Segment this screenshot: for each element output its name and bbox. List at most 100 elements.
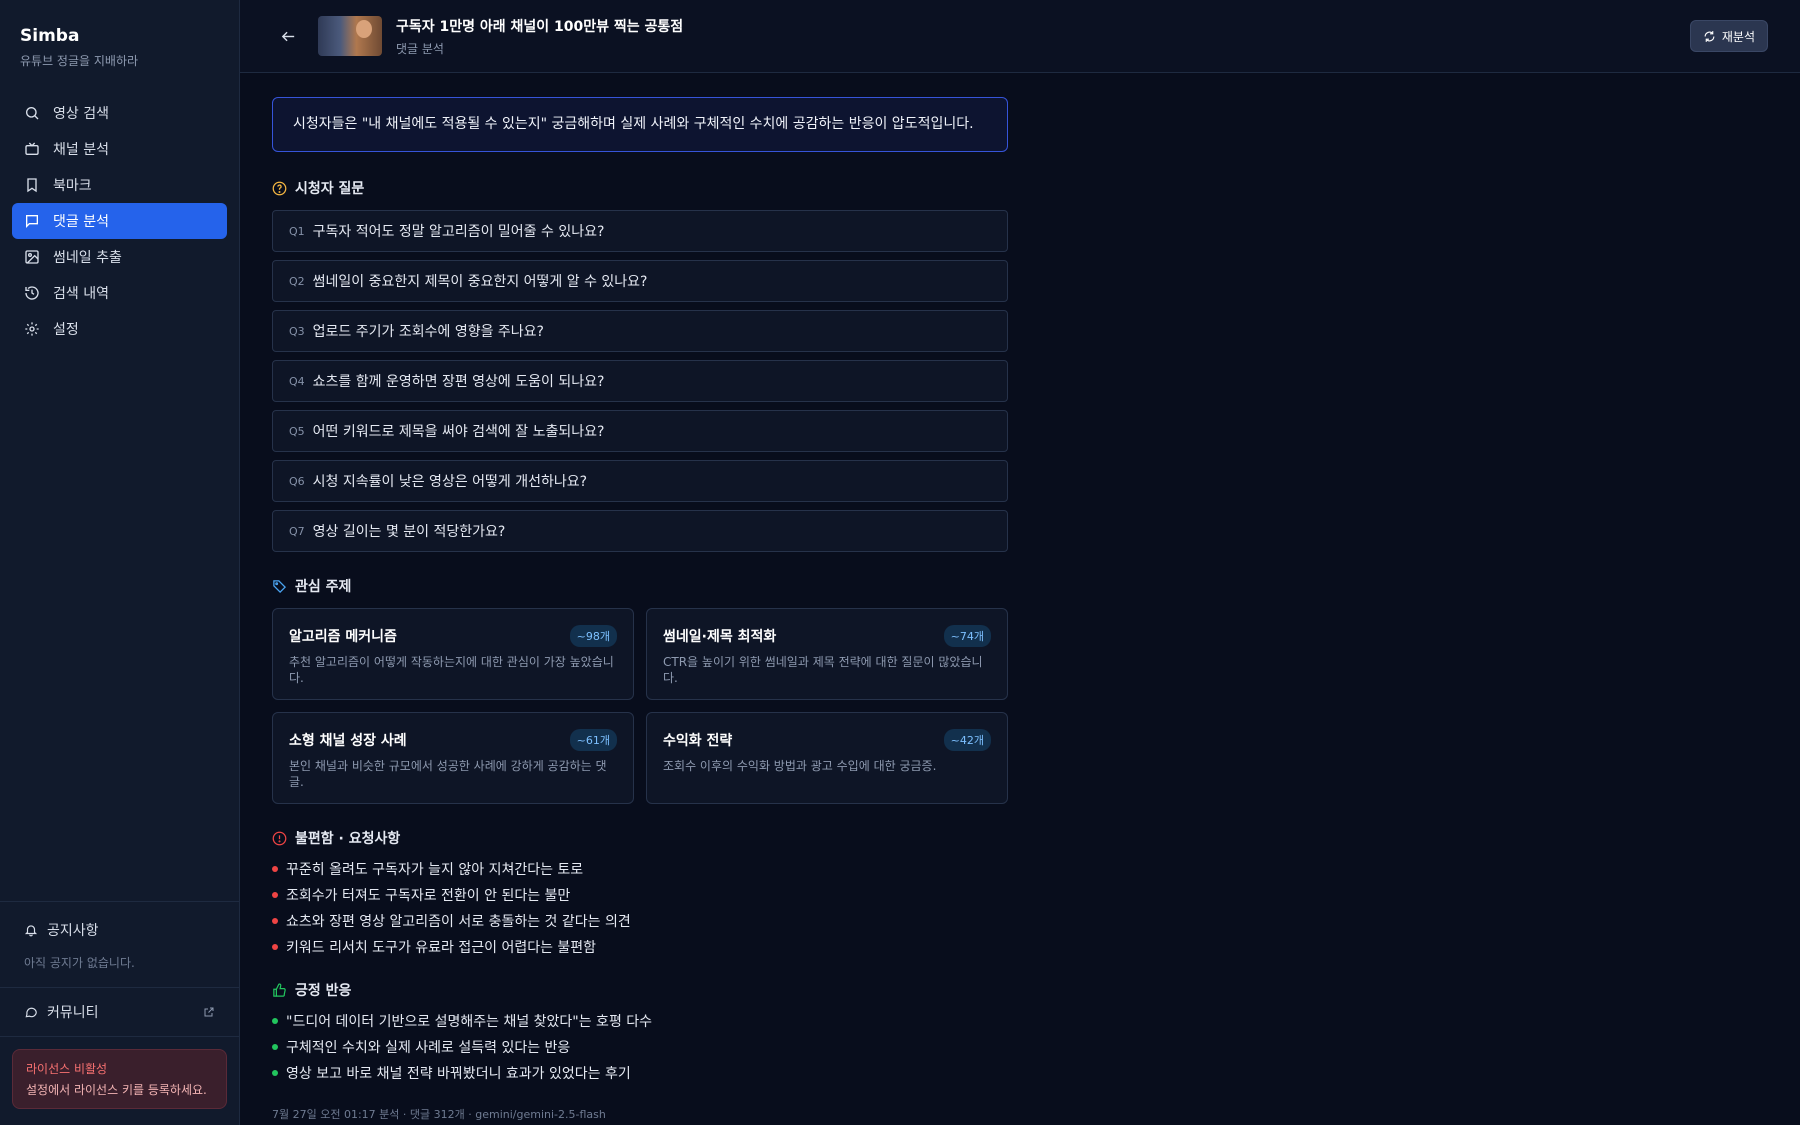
- positive-text: "드디어 데이터 기반으로 설명해주는 채널 찾았다"는 호평 다수: [286, 1014, 653, 1030]
- complaint-text: 쇼츠와 장편 영상 알고리즘이 서로 충돌하는 것 같다는 의견: [286, 914, 631, 930]
- question-number: Q2: [289, 274, 305, 288]
- question-text: 썸네일이 중요한지 제목이 중요한지 어떻게 알 수 있나요?: [312, 274, 648, 290]
- questions-title: 시청자 질문: [295, 181, 365, 197]
- question-text: 쇼츠를 함께 운영하면 장편 영상에 도움이 되나요?: [312, 374, 605, 390]
- brand-subtitle: 유튜브 정글을 지배하라: [20, 54, 139, 68]
- topic-desc: 본인 채널과 비슷한 규모에서 성공한 사례에 강하게 공감하는 댓글.: [289, 759, 607, 789]
- sidebar-nav: 영상 검색 채널 분석 북마크 댓글 분석 썸네일 추출 검색 내역 설정: [0, 87, 239, 355]
- topic-card[interactable]: 수익화 전략 ~42개 조회수 이후의 수익화 방법과 광고 수입에 대한 궁금…: [646, 712, 1008, 804]
- back-button[interactable]: [278, 26, 298, 46]
- complaints-title: 불편함 · 요청사항: [295, 831, 401, 847]
- sidebar-item-search-history[interactable]: 검색 내역: [12, 275, 227, 311]
- question-item[interactable]: Q5 어떤 키워드로 제목을 써야 검색에 잘 노출되나요?: [272, 410, 1008, 452]
- topic-card[interactable]: 알고리즘 메커니즘 ~98개 추천 알고리즘이 어떻게 작동하는지에 대한 관심…: [272, 608, 634, 700]
- sidebar-item-settings[interactable]: 설정: [12, 311, 227, 347]
- sidebar-item-video-search[interactable]: 영상 검색: [12, 95, 227, 131]
- complaint-text: 꾸준히 올려도 구독자가 늘지 않아 지쳐간다는 토로: [286, 862, 584, 878]
- sidebar-item-label: 댓글 분석: [53, 214, 109, 230]
- question-text: 어떤 키워드로 제목을 써야 검색에 잘 노출되나요?: [312, 424, 605, 440]
- list-item: 구체적인 수치와 실제 사례로 설득력 있다는 반응: [272, 1038, 1008, 1056]
- notice-empty-text: 아직 공지가 없습니다.: [24, 955, 135, 970]
- bell-icon: [24, 925, 38, 937]
- bullet-dot: [272, 918, 278, 924]
- topic-desc: 조회수 이후의 수익화 방법과 광고 수입에 대한 궁금증.: [663, 759, 937, 773]
- comment-icon: [24, 213, 40, 229]
- question-number: Q7: [289, 524, 305, 538]
- license-desc: 설정에서 라이선스 키를 등록하세요.: [26, 1082, 207, 1097]
- question-text: 시청 지속률이 낮은 영상은 어떻게 개선하나요?: [312, 474, 588, 490]
- topic-title: 소형 채널 성장 사례: [289, 733, 407, 749]
- list-item: 키워드 리서치 도구가 유료라 접근이 어렵다는 불편함: [272, 938, 1008, 956]
- topic-title: 수익화 전략: [663, 733, 733, 749]
- app-root: Simba 유튜브 정글을 지배하라 영상 검색 채널 분석 북마크 댓글 분석…: [0, 0, 1800, 1125]
- sidebar-item-label: 영상 검색: [53, 106, 109, 122]
- topic-count-badge: ~42개: [943, 729, 991, 751]
- topics-title: 관심 주제: [295, 579, 352, 595]
- page-subtitle: 댓글 분석: [396, 41, 444, 56]
- topic-desc: CTR을 높이기 위한 썸네일과 제목 전략에 대한 질문이 많았습니다.: [663, 655, 983, 685]
- bullet-dot: [272, 1018, 278, 1024]
- bullet-dot: [272, 1044, 278, 1050]
- license-warning[interactable]: 라이선스 비활성 설정에서 라이선스 키를 등록하세요.: [12, 1048, 227, 1109]
- video-title-block: 구독자 1만명 아래 채널이 100만뷰 찍는 공통점 댓글 분석: [396, 16, 683, 57]
- bookmark-icon: [24, 177, 40, 193]
- topic-card[interactable]: 소형 채널 성장 사례 ~61개 본인 채널과 비슷한 규모에서 성공한 사례에…: [272, 712, 634, 804]
- sidebar-item-channel-analysis[interactable]: 채널 분석: [12, 131, 227, 167]
- question-item[interactable]: Q6 시청 지속률이 낮은 영상은 어떻게 개선하나요?: [272, 460, 1008, 502]
- image-icon: [24, 249, 40, 265]
- tag-icon: [273, 579, 287, 593]
- list-item: 꾸준히 올려도 구독자가 늘지 않아 지쳐간다는 토로: [272, 860, 1008, 878]
- notice-panel: 공지사항 아직 공지가 없습니다.: [0, 900, 239, 987]
- question-item[interactable]: Q3 업로드 주기가 조회수에 영향을 주나요?: [272, 310, 1008, 352]
- analysis-meta: 7월 27일 오전 01:17 분석 · 댓글 312개 · gemini/ge…: [272, 1108, 606, 1121]
- question-number: Q6: [289, 474, 305, 488]
- license-title: 라이선스 비활성: [26, 1061, 108, 1076]
- question-list: Q1 구독자 적어도 정말 알고리즘이 밀어줄 수 있나요? Q2 썸네일이 중요한…: [272, 210, 1008, 552]
- main-area: 구독자 1만명 아래 채널이 100만뷰 찍는 공통점 댓글 분석 재분석 시청…: [240, 0, 1800, 1125]
- topic-count-badge: ~98개: [569, 625, 617, 647]
- question-number: Q4: [289, 374, 305, 388]
- positive-title: 긍정 반응: [295, 983, 352, 999]
- topic-grid: 알고리즘 메커니즘 ~98개 추천 알고리즘이 어떻게 작동하는지에 대한 관심…: [272, 608, 1008, 804]
- reanalyze-label: 재분석: [1721, 29, 1755, 44]
- list-item: 쇼츠와 장편 영상 알고리즘이 서로 충돌하는 것 같다는 의견: [272, 912, 1008, 930]
- history-icon: [24, 285, 40, 301]
- community-link[interactable]: 커뮤니티: [0, 986, 239, 1037]
- question-item[interactable]: Q7 영상 길이는 몇 분이 적당한가요?: [272, 510, 1008, 552]
- sidebar-item-label: 검색 내역: [53, 286, 109, 302]
- list-item: "드디어 데이터 기반으로 설명해주는 채널 찾았다"는 호평 다수: [272, 1012, 1008, 1030]
- bullet-dot: [272, 944, 278, 950]
- brand-title: Simba: [20, 26, 80, 46]
- refresh-icon: [1704, 30, 1715, 42]
- bullet-dot: [272, 892, 278, 898]
- complaint-text: 조회수가 터져도 구독자로 전환이 안 된다는 불만: [286, 888, 571, 904]
- question-number: Q1: [289, 224, 305, 238]
- notice-header[interactable]: 공지사항: [24, 920, 215, 940]
- positive-text: 구체적인 수치와 실제 사례로 설득력 있다는 반응: [286, 1040, 571, 1056]
- question-item[interactable]: Q2 썸네일이 중요한지 제목이 중요한지 어떻게 알 수 있나요?: [272, 260, 1008, 302]
- list-item: 영상 보고 바로 채널 전략 바꿔봤더니 효과가 있었다는 후기: [272, 1064, 1008, 1082]
- sidebar-item-comment-analysis[interactable]: 댓글 분석: [12, 203, 227, 239]
- summary-box: 시청자들은 "내 채널에도 적용될 수 있는지" 궁금해하며 실제 사례와 구체…: [272, 97, 1008, 152]
- reanalyze-button[interactable]: 재분석: [1689, 20, 1768, 52]
- complaint-text: 키워드 리서치 도구가 유료라 접근이 어렵다는 불편함: [286, 940, 597, 956]
- external-link-icon: [204, 1007, 214, 1017]
- sidebar-item-bookmark[interactable]: 북마크: [12, 167, 227, 203]
- question-item[interactable]: Q4 쇼츠를 함께 운영하면 장편 영상에 도움이 되나요?: [272, 360, 1008, 402]
- topic-title: 썸네일·제목 최적화: [663, 629, 777, 645]
- positive-list: "드디어 데이터 기반으로 설명해주는 채널 찾았다"는 호평 다수 구체적인 …: [272, 1012, 1008, 1082]
- sidebar-item-thumbnail-extract[interactable]: 썸네일 추출: [12, 239, 227, 275]
- question-item[interactable]: Q1 구독자 적어도 정말 알고리즘이 밀어줄 수 있나요?: [272, 210, 1008, 252]
- video-title: 구독자 1만명 아래 채널이 100만뷰 찍는 공통점: [396, 18, 684, 35]
- analysis-content: 시청자들은 "내 채널에도 적용될 수 있는지" 궁금해하며 실제 사례와 구체…: [240, 73, 1040, 1122]
- sidebar-item-label: 설정: [53, 322, 79, 338]
- topic-card[interactable]: 썸네일·제목 최적화 ~74개 CTR을 높이기 위한 썸네일과 제목 전략에 …: [646, 608, 1008, 700]
- arrow-left-icon: [281, 31, 294, 41]
- topic-count-badge: ~61개: [569, 729, 617, 751]
- question-number: Q3: [289, 324, 305, 338]
- sidebar: Simba 유튜브 정글을 지배하라 영상 검색 채널 분석 북마크 댓글 분석…: [0, 0, 240, 1125]
- sidebar-item-label: 썸네일 추출: [53, 250, 122, 266]
- question-text: 구독자 적어도 정말 알고리즘이 밀어줄 수 있나요?: [312, 224, 605, 240]
- topic-count-badge: ~74개: [943, 625, 991, 647]
- video-thumbnail: [318, 16, 382, 56]
